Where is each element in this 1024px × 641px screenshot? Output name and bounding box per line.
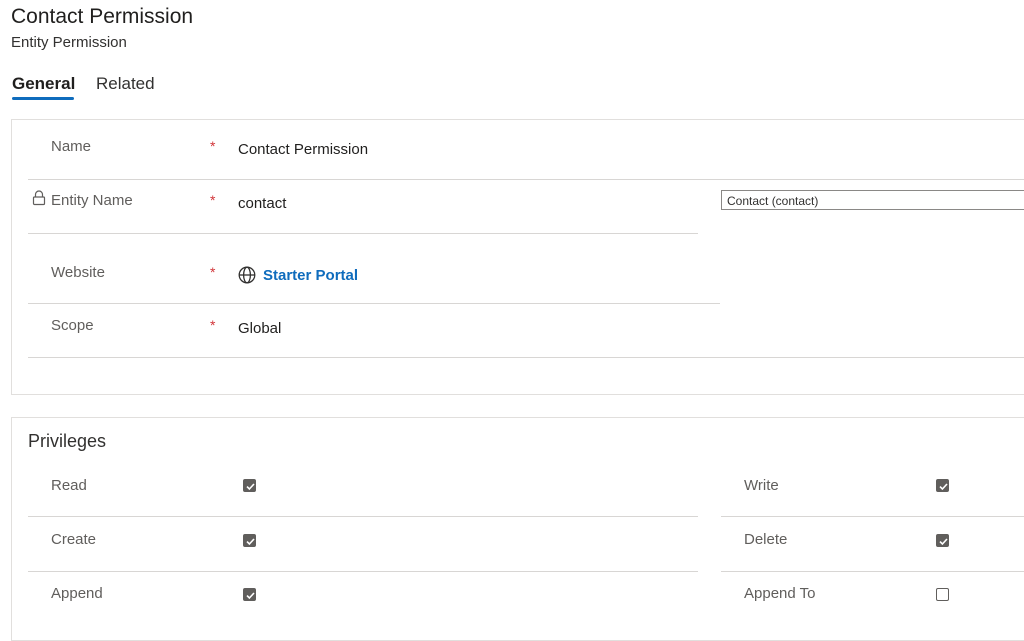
- privilege-label-append: Append: [51, 585, 103, 602]
- lock-icon: [32, 190, 46, 206]
- tab-general[interactable]: General: [12, 74, 75, 94]
- privilege-label-append-to: Append To: [744, 585, 816, 602]
- divider: [721, 516, 1024, 517]
- website-link[interactable]: Starter Portal: [263, 267, 358, 284]
- privilege-label-read: Read: [51, 477, 87, 494]
- entity-name-label: Entity Name: [51, 192, 133, 209]
- divider: [28, 179, 1024, 180]
- write-checkbox[interactable]: [936, 479, 949, 492]
- read-checkbox[interactable]: [243, 479, 256, 492]
- required-marker: *: [210, 264, 216, 280]
- general-section: [11, 119, 1024, 395]
- scope-label: Scope: [51, 317, 94, 334]
- divider: [28, 303, 720, 304]
- entity-name-field[interactable]: contact: [238, 195, 286, 212]
- page-title: Contact Permission: [11, 5, 194, 28]
- scope-field[interactable]: Global: [238, 320, 281, 337]
- create-checkbox[interactable]: [243, 534, 256, 547]
- privileges-section: [11, 417, 1024, 641]
- name-field[interactable]: Contact Permission: [238, 141, 368, 158]
- delete-checkbox[interactable]: [936, 534, 949, 547]
- privilege-label-create: Create: [51, 531, 97, 548]
- divider: [28, 571, 698, 572]
- append-checkbox[interactable]: [243, 588, 256, 601]
- privilege-label-delete: Delete: [744, 531, 788, 548]
- name-label: Name: [51, 138, 92, 155]
- required-marker: *: [210, 192, 216, 208]
- website-label: Website: [51, 264, 105, 281]
- append-to-checkbox[interactable]: [936, 588, 949, 601]
- divider: [28, 357, 1024, 358]
- divider: [28, 516, 698, 517]
- divider: [28, 233, 698, 234]
- page-subtitle: Entity Permission: [11, 34, 127, 51]
- tab-related[interactable]: Related: [96, 74, 155, 94]
- divider: [721, 571, 1024, 572]
- tab-active-indicator: [12, 97, 74, 100]
- required-marker: *: [210, 138, 216, 154]
- entity-lookup-field[interactable]: Contact (contact): [721, 190, 1024, 210]
- required-marker: *: [210, 317, 216, 333]
- privilege-label-write: Write: [744, 477, 779, 494]
- globe-icon: [238, 266, 256, 284]
- privileges-title: Privileges: [28, 431, 107, 451]
